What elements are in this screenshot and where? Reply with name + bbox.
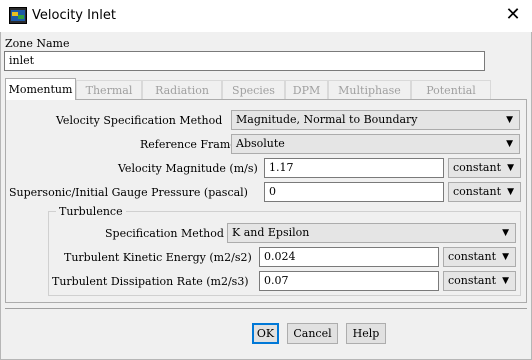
reference-frame-dropdown[interactable]: Absolute ▼ <box>231 134 520 154</box>
chevron-down-icon: ▼ <box>506 115 513 125</box>
velocity-magnitude-label: Velocity Magnitude (m/s) <box>118 162 258 175</box>
zone-name-label: Zone Name <box>5 37 70 50</box>
tab-radiation[interactable]: Radiation <box>142 80 222 100</box>
velocity-magnitude-field[interactable]: 1.17 <box>264 158 444 178</box>
zone-name-field[interactable]: inlet <box>4 51 485 71</box>
help-button[interactable]: Help <box>346 323 386 344</box>
turbulence-spec-label: Specification Method <box>105 227 224 240</box>
turbulence-spec-value: K and Epsilon <box>232 226 310 239</box>
kinetic-energy-label: Turbulent Kinetic Energy (m2/s2) <box>64 251 252 264</box>
velocity-magnitude-method[interactable]: constant ▼ <box>448 158 521 178</box>
chevron-down-icon: ▼ <box>502 228 509 238</box>
gauge-pressure-field[interactable]: 0 <box>264 182 444 202</box>
reference-frame-label: Reference Frame <box>140 138 237 151</box>
ok-button[interactable]: OK <box>252 323 279 344</box>
gauge-pressure-method-value: constant <box>453 185 501 198</box>
tab-multiphase[interactable]: Multiphase <box>328 80 411 100</box>
velocity-magnitude-method-value: constant <box>453 161 501 174</box>
dissipation-rate-method[interactable]: constant ▼ <box>443 271 516 291</box>
chevron-down-icon: ▼ <box>502 276 509 286</box>
footer-separator <box>5 308 527 309</box>
gauge-pressure-label: Supersonic/Initial Gauge Pressure (pasca… <box>9 186 248 199</box>
tab-dpm[interactable]: DPM <box>285 80 328 100</box>
app-icon <box>9 7 27 24</box>
turbulence-spec-dropdown[interactable]: K and Epsilon ▼ <box>227 223 516 243</box>
chevron-down-icon: ▼ <box>507 187 514 197</box>
dissipation-rate-method-value: constant <box>448 274 496 287</box>
velocity-spec-dropdown[interactable]: Magnitude, Normal to Boundary ▼ <box>231 110 520 130</box>
kinetic-energy-field[interactable]: 0.024 <box>259 247 439 267</box>
chevron-down-icon: ▼ <box>507 163 514 173</box>
velocity-spec-label: Velocity Specification Method <box>56 114 223 127</box>
dissipation-rate-label: Turbulent Dissipation Rate (m2/s3) <box>52 275 249 288</box>
kinetic-energy-method-value: constant <box>448 250 496 263</box>
close-icon[interactable]: ✕ <box>494 0 532 32</box>
tab-potential[interactable]: Potential <box>411 80 491 100</box>
cancel-button[interactable]: Cancel <box>287 323 338 344</box>
chevron-down-icon: ▼ <box>502 252 509 262</box>
reference-frame-value: Absolute <box>236 137 285 150</box>
velocity-spec-value: Magnitude, Normal to Boundary <box>236 113 418 126</box>
turbulence-group-title: Turbulence <box>56 205 126 219</box>
kinetic-energy-method[interactable]: constant ▼ <box>443 247 516 267</box>
tab-momentum[interactable]: Momentum <box>5 78 76 100</box>
dissipation-rate-field[interactable]: 0.07 <box>259 271 439 291</box>
window-title: Velocity Inlet <box>32 8 116 23</box>
tab-species[interactable]: Species <box>222 80 285 100</box>
tab-thermal[interactable]: Thermal <box>76 80 142 100</box>
gauge-pressure-method[interactable]: constant ▼ <box>448 182 521 202</box>
chevron-down-icon: ▼ <box>506 139 513 149</box>
